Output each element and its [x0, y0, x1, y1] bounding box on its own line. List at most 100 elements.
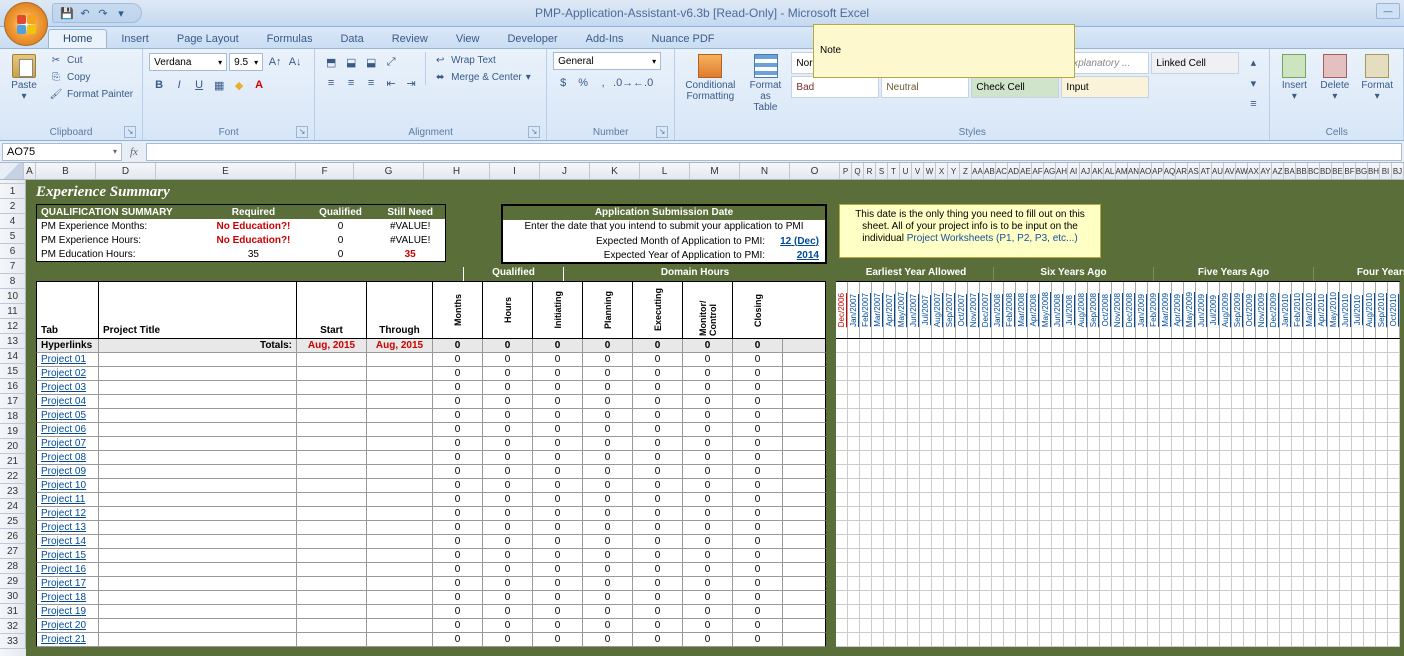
copy-button[interactable]: ⎘Copy [46, 69, 136, 85]
tab-home[interactable]: Home [48, 29, 107, 48]
col-header[interactable]: F [296, 163, 354, 179]
month-header[interactable]: Dec/2006 [836, 282, 848, 338]
row-header[interactable]: 20 [0, 439, 26, 454]
project-link[interactable]: Project 03 [41, 382, 86, 393]
col-header[interactable]: E [156, 163, 296, 179]
project-link[interactable]: Project 01 [41, 354, 86, 365]
month-header[interactable]: Feb/2008 [1004, 282, 1016, 338]
format-as-table-button[interactable]: Format as Table [744, 52, 788, 115]
project-link[interactable]: Project 14 [41, 536, 86, 547]
col-header[interactable]: BD [1320, 163, 1332, 179]
undo-icon[interactable]: ↶ [77, 5, 93, 21]
row-header[interactable]: 8 [0, 274, 26, 289]
row-header[interactable]: 10 [0, 289, 26, 304]
tab-view[interactable]: View [442, 30, 494, 48]
month-header[interactable]: Jan/2007 [848, 282, 860, 338]
col-header[interactable]: H [424, 163, 490, 179]
row-header[interactable]: 19 [0, 424, 26, 439]
orientation-icon[interactable]: ⤢ [381, 52, 401, 72]
month-header[interactable]: Jul/2008 [1064, 282, 1076, 338]
month-header[interactable]: Sep/2008 [1088, 282, 1100, 338]
col-header[interactable]: A [24, 163, 36, 179]
month-header[interactable]: Jul/2010 [1352, 282, 1364, 338]
month-header[interactable]: Dec/2008 [1124, 282, 1136, 338]
col-header[interactable]: P [840, 163, 852, 179]
col-header[interactable]: AE [1020, 163, 1032, 179]
insert-cells-button[interactable]: Insert▾ [1276, 52, 1312, 104]
month-header[interactable]: Jan/2010 [1280, 282, 1292, 338]
col-header[interactable]: G [354, 163, 424, 179]
row-header[interactable]: 1 [0, 184, 26, 199]
col-header[interactable]: AR [1176, 163, 1188, 179]
month-header[interactable]: Jan/2008 [992, 282, 1004, 338]
row-header[interactable]: 2 [0, 199, 26, 214]
month-header[interactable]: Dec/2009 [1268, 282, 1280, 338]
comma-icon[interactable]: , [593, 73, 613, 93]
col-header[interactable]: B [36, 163, 96, 179]
month-header[interactable]: Apr/2010 [1316, 282, 1328, 338]
col-header[interactable]: AZ [1272, 163, 1284, 179]
project-link[interactable]: Project 06 [41, 424, 86, 435]
col-header[interactable]: AI [1068, 163, 1080, 179]
month-header[interactable]: Dec/2007 [980, 282, 992, 338]
row-header[interactable]: 6 [0, 244, 26, 259]
font-name-select[interactable]: Verdana ▾ [149, 53, 227, 71]
project-link[interactable]: Project 04 [41, 396, 86, 407]
month-header[interactable]: Aug/2009 [1220, 282, 1232, 338]
row-header[interactable]: 21 [0, 454, 26, 469]
number-format-select[interactable]: General▾ [553, 52, 661, 70]
col-header[interactable]: D [96, 163, 156, 179]
month-header[interactable]: Mar/2007 [872, 282, 884, 338]
col-header[interactable]: AW [1236, 163, 1248, 179]
col-header[interactable]: AX [1248, 163, 1260, 179]
style-input[interactable]: Input [1061, 76, 1149, 98]
row-header[interactable]: 18 [0, 409, 26, 424]
style-note[interactable]: Note [813, 24, 1075, 78]
col-header[interactable]: U [900, 163, 912, 179]
month-header[interactable]: May/2009 [1184, 282, 1196, 338]
month-header[interactable]: May/2007 [896, 282, 908, 338]
merge-center-button[interactable]: ⬌Merge & Center ▾ [430, 69, 534, 85]
month-header[interactable]: Nov/2009 [1256, 282, 1268, 338]
wrap-text-button[interactable]: ↩Wrap Text [430, 52, 534, 68]
paste-button[interactable]: Paste▾ [6, 52, 42, 104]
project-link[interactable]: Project 09 [41, 466, 86, 477]
tab-nuance-pdf[interactable]: Nuance PDF [638, 30, 729, 48]
col-header[interactable]: Y [948, 163, 960, 179]
month-header[interactable]: Nov/2008 [1112, 282, 1124, 338]
row-header[interactable]: 28 [0, 559, 26, 574]
row-header[interactable]: 23 [0, 484, 26, 499]
col-header[interactable]: AF [1032, 163, 1044, 179]
row-header[interactable]: 17 [0, 394, 26, 409]
month-header[interactable]: Mar/2008 [1016, 282, 1028, 338]
month-header[interactable]: Oct/2009 [1244, 282, 1256, 338]
col-header[interactable]: AJ [1080, 163, 1092, 179]
month-header[interactable]: Apr/2009 [1172, 282, 1184, 338]
tab-add-ins[interactable]: Add-Ins [572, 30, 638, 48]
project-link[interactable]: Project 13 [41, 522, 86, 533]
month-header[interactable]: Aug/2007 [932, 282, 944, 338]
month-header[interactable]: Jan/2009 [1136, 282, 1148, 338]
gallery-scroll-up-icon[interactable]: ▴ [1243, 52, 1263, 72]
row-header[interactable]: 33 [0, 634, 26, 649]
shrink-font-icon[interactable]: A↓ [285, 52, 305, 72]
row-header[interactable]: 26 [0, 529, 26, 544]
dialog-launcher-icon[interactable]: ↘ [528, 126, 540, 138]
format-painter-button[interactable]: 🖌Format Painter [46, 86, 136, 102]
save-icon[interactable]: 💾 [59, 5, 75, 21]
col-header[interactable]: AO [1140, 163, 1152, 179]
col-header[interactable]: I [490, 163, 540, 179]
month-header[interactable]: Feb/2010 [1292, 282, 1304, 338]
col-header[interactable]: R [864, 163, 876, 179]
italic-button[interactable]: I [169, 75, 189, 95]
month-header[interactable]: Sep/2010 [1376, 282, 1388, 338]
underline-button[interactable]: U [189, 75, 209, 95]
font-color-button[interactable]: A [249, 75, 269, 95]
col-header[interactable]: AD [1008, 163, 1020, 179]
col-header[interactable]: AA [972, 163, 984, 179]
project-link[interactable]: Project 05 [41, 410, 86, 421]
project-link[interactable]: Project 16 [41, 564, 86, 575]
style-bad[interactable]: Bad [791, 76, 879, 98]
row-header[interactable]: 22 [0, 469, 26, 484]
month-header[interactable]: Aug/2010 [1364, 282, 1376, 338]
